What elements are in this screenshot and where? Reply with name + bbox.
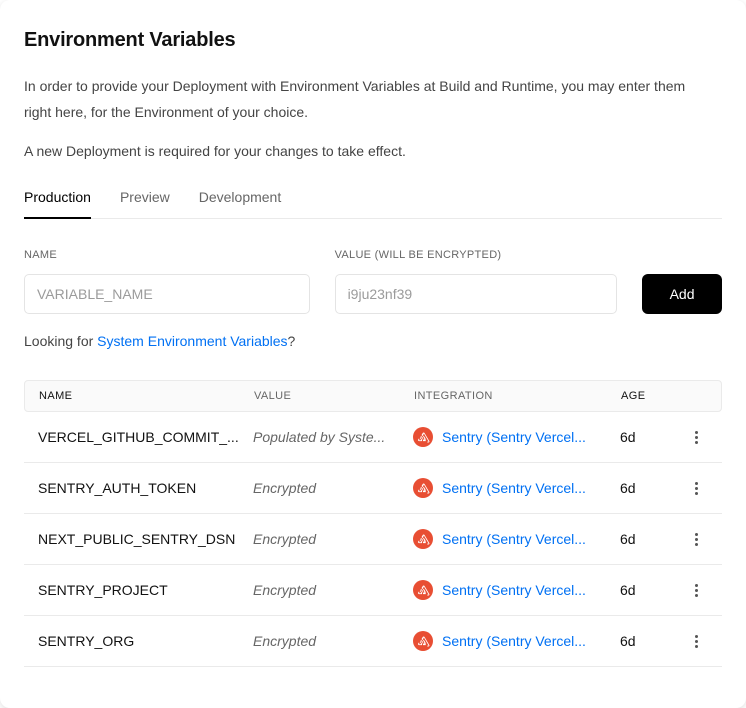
integration-link[interactable]: Sentry (Sentry Vercel... — [442, 480, 586, 496]
integration-link[interactable]: Sentry (Sentry Vercel... — [442, 633, 586, 649]
variable-name-cell: VERCEL_GITHUB_COMMIT_... — [24, 429, 239, 445]
integration-link[interactable]: Sentry (Sentry Vercel... — [442, 582, 586, 598]
sentry-icon — [413, 427, 433, 447]
add-button[interactable]: Add — [642, 274, 722, 314]
value-field-label: VALUE (WILL BE ENCRYPTED) — [335, 249, 618, 261]
env-variables-table: NAME VALUE INTEGRATION AGE VERCEL_GITHUB… — [24, 380, 722, 667]
system-env-hint: Looking for System Environment Variables… — [24, 333, 722, 349]
variable-value-input[interactable] — [335, 274, 618, 314]
name-field-label: NAME — [24, 249, 310, 261]
sentry-icon — [413, 631, 433, 651]
variable-name-cell: SENTRY_ORG — [24, 633, 239, 649]
column-header-age: AGE — [607, 390, 663, 402]
table-row: SENTRY_ORG Encrypted Sentry (Sentry Verc… — [24, 616, 722, 667]
variable-name-input[interactable] — [24, 274, 310, 314]
sentry-icon — [413, 478, 433, 498]
age-cell: 6d — [606, 531, 662, 547]
tab-preview[interactable]: Preview — [120, 189, 170, 219]
description-line-2: A new Deployment is required for your ch… — [24, 138, 700, 164]
tab-development[interactable]: Development — [199, 189, 282, 219]
table-body: VERCEL_GITHUB_COMMIT_... Populated by Sy… — [24, 412, 722, 667]
table-row: NEXT_PUBLIC_SENTRY_DSN Encrypted Sentry … — [24, 514, 722, 565]
integration-link[interactable]: Sentry (Sentry Vercel... — [442, 429, 586, 445]
integration-cell: Sentry (Sentry Vercel... — [399, 580, 606, 600]
system-env-hint-prefix: Looking for — [24, 333, 97, 349]
variable-name-cell: NEXT_PUBLIC_SENTRY_DSN — [24, 531, 239, 547]
table-row: SENTRY_AUTH_TOKEN Encrypted Sentry (Sent… — [24, 463, 722, 514]
age-cell: 6d — [606, 429, 662, 445]
system-env-hint-suffix: ? — [288, 333, 296, 349]
integration-cell: Sentry (Sentry Vercel... — [399, 631, 606, 651]
age-cell: 6d — [606, 582, 662, 598]
add-variable-form: NAME VALUE (WILL BE ENCRYPTED) Add — [24, 249, 722, 314]
variable-value-cell: Encrypted — [239, 582, 399, 598]
column-header-value: VALUE — [240, 390, 400, 402]
variable-value-cell: Encrypted — [239, 480, 399, 496]
table-row: VERCEL_GITHUB_COMMIT_... Populated by Sy… — [24, 412, 722, 463]
page-title: Environment Variables — [24, 28, 722, 52]
sentry-icon — [413, 580, 433, 600]
integration-cell: Sentry (Sentry Vercel... — [399, 478, 606, 498]
row-menu-kebab-icon[interactable] — [693, 427, 700, 448]
row-menu-kebab-icon[interactable] — [693, 580, 700, 601]
variable-value-cell: Encrypted — [239, 633, 399, 649]
system-env-variables-link[interactable]: System Environment Variables — [97, 333, 287, 349]
integration-cell: Sentry (Sentry Vercel... — [399, 529, 606, 549]
environment-tabs: Production Preview Development — [24, 189, 722, 219]
integration-cell: Sentry (Sentry Vercel... — [399, 427, 606, 447]
sentry-icon — [413, 529, 433, 549]
table-header-row: NAME VALUE INTEGRATION AGE — [24, 380, 722, 412]
age-cell: 6d — [606, 633, 662, 649]
age-cell: 6d — [606, 480, 662, 496]
row-menu-kebab-icon[interactable] — [693, 529, 700, 550]
table-row: SENTRY_PROJECT Encrypted Sentry (Sentry … — [24, 565, 722, 616]
variable-name-cell: SENTRY_AUTH_TOKEN — [24, 480, 239, 496]
variable-name-cell: SENTRY_PROJECT — [24, 582, 239, 598]
tab-production[interactable]: Production — [24, 189, 91, 219]
environment-variables-panel: Environment Variables In order to provid… — [0, 0, 746, 708]
row-menu-kebab-icon[interactable] — [693, 631, 700, 652]
description-line-1: In order to provide your Deployment with… — [24, 73, 700, 125]
integration-link[interactable]: Sentry (Sentry Vercel... — [442, 531, 586, 547]
row-menu-kebab-icon[interactable] — [693, 478, 700, 499]
column-header-name: NAME — [25, 390, 240, 402]
column-header-integration: INTEGRATION — [400, 390, 607, 402]
variable-value-cell: Populated by Syste... — [239, 429, 399, 445]
variable-value-cell: Encrypted — [239, 531, 399, 547]
